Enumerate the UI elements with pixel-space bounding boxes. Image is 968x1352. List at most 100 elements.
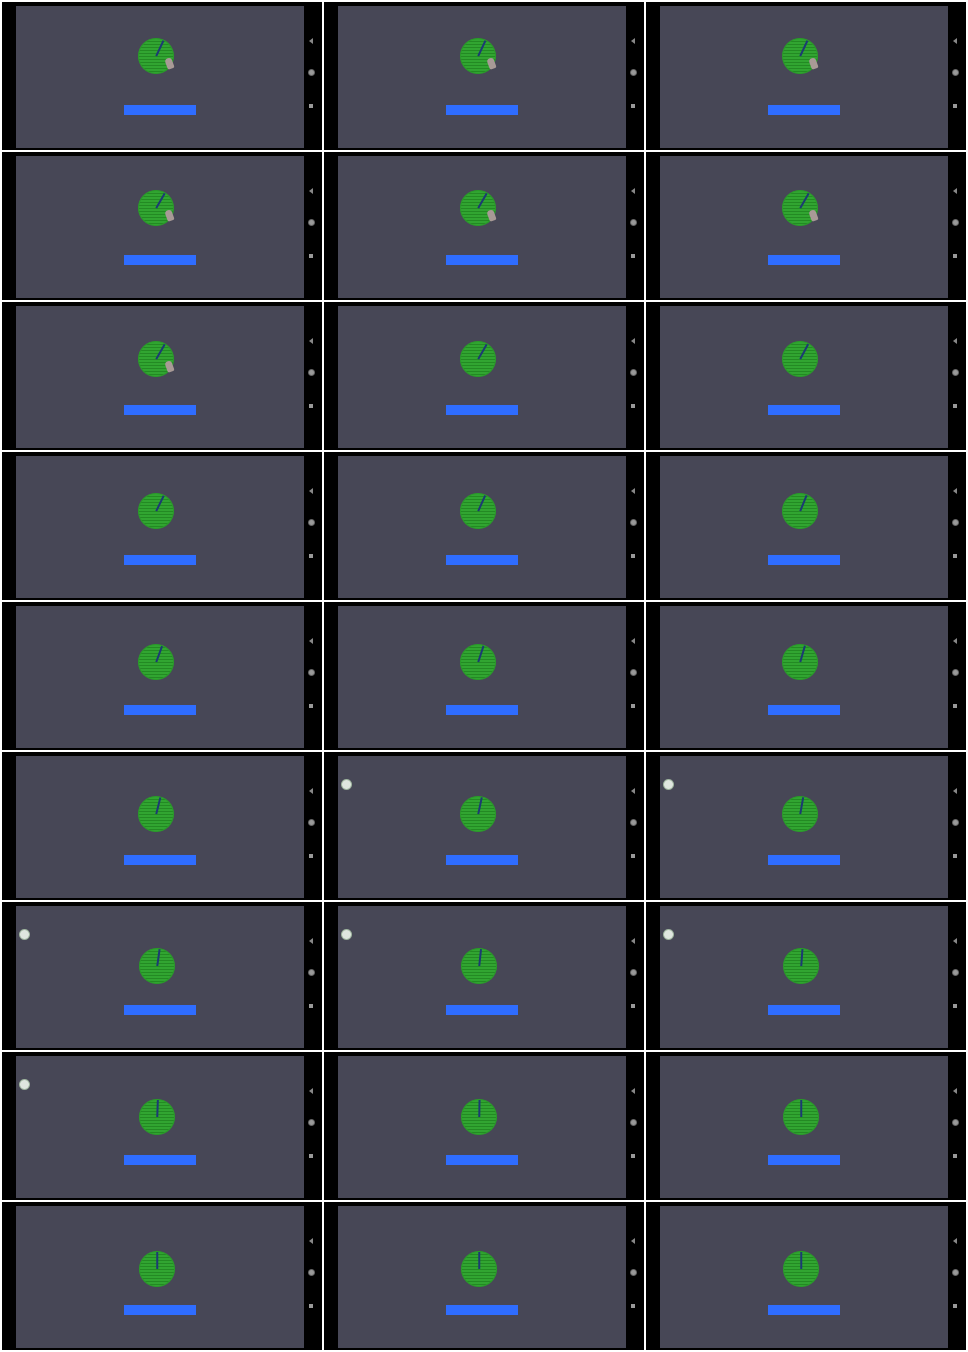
dial-button[interactable]: [782, 644, 818, 681]
dial-button[interactable]: [139, 1099, 175, 1136]
recent-apps-icon[interactable]: [309, 1004, 313, 1008]
back-icon[interactable]: [631, 938, 635, 944]
back-icon[interactable]: [309, 638, 313, 644]
action-bar-button[interactable]: [768, 405, 840, 415]
home-icon[interactable]: [631, 520, 636, 525]
recent-apps-icon[interactable]: [631, 554, 635, 558]
home-icon[interactable]: [631, 70, 636, 75]
action-bar-button[interactable]: [768, 1005, 840, 1015]
dial-button[interactable]: [460, 492, 496, 529]
action-bar-button[interactable]: [124, 555, 196, 565]
action-bar-button[interactable]: [768, 555, 840, 565]
action-bar-button[interactable]: [768, 255, 840, 265]
recent-apps-icon[interactable]: [953, 254, 957, 258]
home-icon[interactable]: [631, 820, 636, 825]
action-bar-button[interactable]: [124, 255, 196, 265]
home-icon[interactable]: [953, 970, 958, 975]
action-bar-button[interactable]: [446, 855, 518, 865]
back-icon[interactable]: [953, 188, 957, 194]
action-bar-button[interactable]: [446, 405, 518, 415]
home-icon[interactable]: [953, 520, 958, 525]
dial-button[interactable]: [460, 644, 496, 681]
home-icon[interactable]: [953, 1120, 958, 1125]
back-icon[interactable]: [309, 788, 313, 794]
home-icon[interactable]: [631, 370, 636, 375]
home-icon[interactable]: [953, 220, 958, 225]
dial-button[interactable]: [782, 341, 818, 378]
action-bar-button[interactable]: [124, 405, 196, 415]
action-bar-button[interactable]: [768, 705, 840, 715]
recent-apps-icon[interactable]: [953, 554, 957, 558]
back-icon[interactable]: [953, 38, 957, 44]
action-bar-button[interactable]: [124, 705, 196, 715]
back-icon[interactable]: [953, 938, 957, 944]
action-bar-button[interactable]: [124, 1005, 196, 1015]
action-bar-button[interactable]: [124, 1155, 196, 1165]
home-icon[interactable]: [309, 670, 314, 675]
recent-apps-icon[interactable]: [631, 1304, 635, 1308]
recent-apps-icon[interactable]: [631, 1154, 635, 1158]
recent-apps-icon[interactable]: [631, 854, 635, 858]
dial-button[interactable]: [139, 1250, 175, 1287]
dial-button[interactable]: [138, 644, 174, 681]
dial-button[interactable]: [461, 1250, 497, 1287]
recent-apps-icon[interactable]: [953, 1004, 957, 1008]
dial-button[interactable]: [461, 947, 497, 984]
recent-apps-icon[interactable]: [953, 404, 957, 408]
recent-apps-icon[interactable]: [309, 1304, 313, 1308]
back-icon[interactable]: [309, 1238, 313, 1244]
home-icon[interactable]: [309, 1270, 314, 1275]
recent-apps-icon[interactable]: [631, 1004, 635, 1008]
home-icon[interactable]: [953, 370, 958, 375]
recent-apps-icon[interactable]: [309, 1154, 313, 1158]
dial-button[interactable]: [782, 492, 818, 529]
home-icon[interactable]: [309, 970, 314, 975]
back-icon[interactable]: [953, 788, 957, 794]
back-icon[interactable]: [631, 788, 635, 794]
action-bar-button[interactable]: [446, 705, 518, 715]
home-icon[interactable]: [309, 370, 314, 375]
back-icon[interactable]: [953, 338, 957, 344]
back-icon[interactable]: [309, 38, 313, 44]
back-icon[interactable]: [631, 188, 635, 194]
back-icon[interactable]: [953, 1238, 957, 1244]
recent-apps-icon[interactable]: [953, 704, 957, 708]
action-bar-button[interactable]: [124, 105, 196, 115]
recent-apps-icon[interactable]: [309, 404, 313, 408]
home-icon[interactable]: [309, 220, 314, 225]
dial-button[interactable]: [783, 947, 819, 984]
back-icon[interactable]: [631, 338, 635, 344]
action-bar-button[interactable]: [446, 255, 518, 265]
recent-apps-icon[interactable]: [953, 1304, 957, 1308]
back-icon[interactable]: [309, 938, 313, 944]
recent-apps-icon[interactable]: [309, 104, 313, 108]
recent-apps-icon[interactable]: [953, 854, 957, 858]
dial-button[interactable]: [138, 492, 174, 529]
back-icon[interactable]: [631, 488, 635, 494]
home-icon[interactable]: [309, 1120, 314, 1125]
home-icon[interactable]: [631, 970, 636, 975]
home-icon[interactable]: [631, 670, 636, 675]
back-icon[interactable]: [309, 1088, 313, 1094]
dial-button[interactable]: [139, 947, 175, 984]
dial-button[interactable]: [138, 796, 174, 832]
dial-button[interactable]: [461, 1099, 497, 1136]
home-icon[interactable]: [953, 70, 958, 75]
back-icon[interactable]: [309, 488, 313, 494]
recent-apps-icon[interactable]: [309, 254, 313, 258]
recent-apps-icon[interactable]: [631, 254, 635, 258]
recent-apps-icon[interactable]: [309, 554, 313, 558]
dial-button[interactable]: [460, 796, 496, 832]
back-icon[interactable]: [309, 338, 313, 344]
recent-apps-icon[interactable]: [631, 704, 635, 708]
home-icon[interactable]: [309, 520, 314, 525]
back-icon[interactable]: [631, 38, 635, 44]
action-bar-button[interactable]: [768, 1155, 840, 1165]
dial-button[interactable]: [460, 341, 496, 378]
action-bar-button[interactable]: [768, 1305, 840, 1315]
dial-button[interactable]: [782, 796, 818, 832]
recent-apps-icon[interactable]: [309, 854, 313, 858]
back-icon[interactable]: [631, 1088, 635, 1094]
recent-apps-icon[interactable]: [953, 104, 957, 108]
recent-apps-icon[interactable]: [631, 404, 635, 408]
